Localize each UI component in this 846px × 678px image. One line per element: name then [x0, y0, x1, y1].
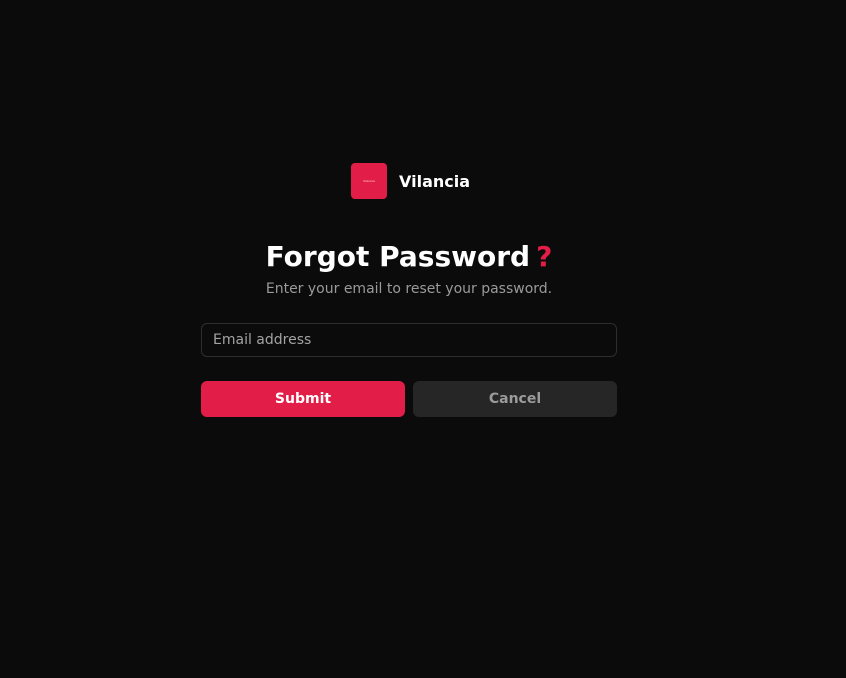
- brand: Vilancia Vilancia: [351, 163, 470, 199]
- brand-logo-mark: Vilancia: [363, 178, 375, 183]
- brand-logo-icon: Vilancia: [351, 163, 387, 199]
- brand-name: Vilancia: [399, 171, 471, 191]
- forgot-password-page: Vilancia Vilancia Forgot Password? Enter…: [0, 0, 846, 678]
- page-title: Forgot Password?: [0, 238, 818, 276]
- page-subtitle: Enter your email to reset your password.: [265, 281, 553, 297]
- question-mark-icon: ?: [536, 240, 553, 273]
- email-field[interactable]: [201, 323, 617, 357]
- page-title-text: Forgot Password: [265, 240, 531, 273]
- submit-button[interactable]: Submit: [201, 381, 405, 417]
- cancel-button[interactable]: Cancel: [413, 381, 617, 417]
